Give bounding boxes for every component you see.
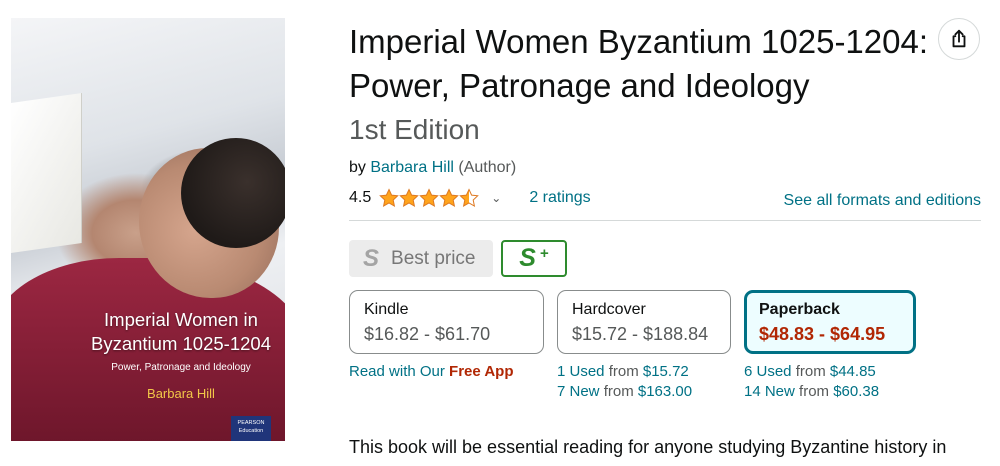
offer-price[interactable]: $44.85 [830,363,876,380]
best-price-label: Best price [391,247,476,269]
offer-count[interactable]: 14 New [744,383,795,400]
offer-count[interactable]: 1 Used [557,363,605,380]
author-link[interactable]: Barbara Hill [370,159,454,176]
cover-title: Imperial Women in Byzantium 1025-1204 [91,309,271,354]
kindle-prefix[interactable]: Read with Our [349,363,445,380]
format-name: Paperback [759,301,840,318]
format-name: Hardcover [572,301,646,318]
product-description: This book will be essential reading for … [349,437,947,457]
see-all-formats-link[interactable]: See all formats and editions [784,192,981,210]
divider [349,220,981,221]
star-icon [439,188,460,207]
offer-count[interactable]: 6 Used [744,363,792,380]
plus-icon: + [539,245,549,262]
edition-label: 1st Edition [349,114,480,145]
s-plus-badge[interactable]: S + [501,240,567,277]
offer-from: from [603,383,634,400]
format-price: $16.82 - $61.70 [364,324,491,344]
offer-from: from [608,363,639,380]
cover-paper-sheet [11,93,82,253]
hardcover-offers: 1 Used from $15.72 7 New from $163.00 [557,362,692,402]
offer-from: from [799,383,830,400]
kindle-app-note: Read with Our Free App [349,362,514,382]
rating-value: 4.5 [349,189,372,206]
format-name: Kindle [364,301,409,318]
format-price: $15.72 - $188.84 [572,324,709,344]
star-icon [419,188,440,207]
publisher-line2: Education [238,428,264,434]
offer-count[interactable]: 7 New [557,383,600,400]
author-role: (Author) [458,159,517,176]
publisher-line1: PEARSON [237,420,265,426]
share-button[interactable] [938,18,980,60]
format-paperback[interactable]: Paperback $48.83 - $64.95 [744,290,916,354]
ratings-count-link[interactable]: 2 ratings [529,189,590,207]
free-app-link[interactable]: Free App [449,363,513,380]
offer-line[interactable]: 7 New from $163.00 [557,382,692,402]
share-icon [952,29,966,48]
format-kindle[interactable]: Kindle $16.82 - $61.70 [349,290,544,354]
book-cover-image[interactable]: Imperial Women in Byzantium 1025-1204 Po… [11,18,285,441]
cover-subtitle: Power, Patronage and Ideology [111,362,251,373]
format-hardcover[interactable]: Hardcover $15.72 - $188.84 [557,290,731,354]
best-price-badge[interactable]: S Best price [349,240,493,277]
byline: by Barbara Hill (Author) [349,159,516,177]
offer-line[interactable]: 6 Used from $44.85 [744,362,879,382]
offer-price[interactable]: $60.38 [833,383,879,400]
chevron-down-icon[interactable]: ⌄ [491,191,501,205]
star-icon [459,188,480,207]
rating-row: 4.5 ⌄ 2 ratings [349,186,591,210]
cover-author: Barbara Hill [147,386,215,401]
offer-line[interactable]: 1 Used from $15.72 [557,362,692,382]
offer-price[interactable]: $163.00 [638,383,692,400]
star-rating[interactable] [379,188,480,208]
product-title: Imperial Women Byzantium 1025-1204: Powe… [349,23,929,104]
offer-line[interactable]: 14 New from $60.38 [744,382,879,402]
offer-price[interactable]: $15.72 [643,363,689,380]
s-logo-icon: S [363,244,380,272]
s-plus-logo-icon: S [519,244,536,272]
format-price: $48.83 - $64.95 [759,324,886,344]
offer-from: from [795,363,826,380]
star-icon [379,188,400,207]
cover-figure-hair [181,138,285,248]
star-icon [399,188,420,207]
paperback-offers: 6 Used from $44.85 14 New from $60.38 [744,362,879,402]
publisher-logo: PEARSON Education [231,416,271,441]
by-prefix: by [349,159,366,176]
